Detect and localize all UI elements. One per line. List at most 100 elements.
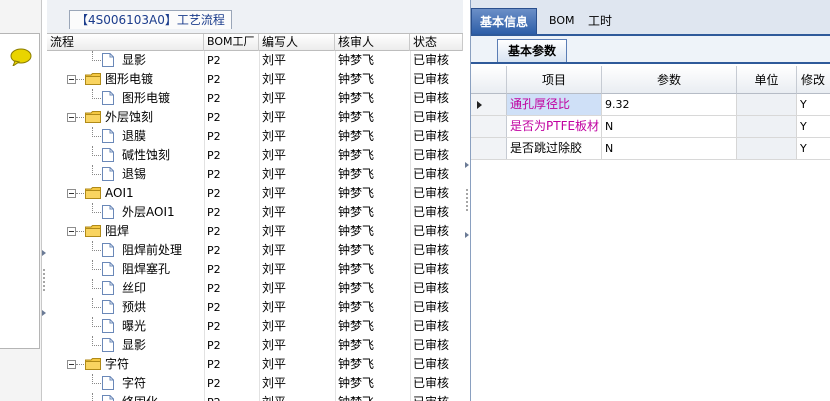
row-selector[interactable]	[471, 116, 507, 137]
tree-row[interactable]: 字符 P2 刘平 钟梦飞 已审核	[47, 355, 451, 374]
column-header-param[interactable]: 参数	[602, 66, 737, 94]
param-value-cell[interactable]: N	[602, 116, 737, 137]
speech-bubble-icon[interactable]	[10, 48, 32, 66]
reviewer-cell: 钟梦飞	[338, 186, 375, 200]
reviewer-cell: 钟梦飞	[338, 281, 375, 295]
tab-process-flow[interactable]: 【4S006103A0】工艺流程	[69, 10, 232, 29]
tab-bom[interactable]: BOM	[541, 8, 583, 34]
param-row[interactable]: 是否跳过除胶 N Y	[471, 138, 830, 160]
bom-factory-cell: P2	[207, 320, 221, 333]
document-icon	[102, 319, 114, 333]
bom-factory-cell: P2	[207, 92, 221, 105]
writer-cell: 刘平	[262, 357, 287, 371]
column-header-reviewer[interactable]: 核审人	[335, 34, 410, 51]
tree-node-label: 阻焊前处理	[122, 243, 183, 257]
param-item-cell[interactable]: 是否为PTFE板材	[507, 116, 602, 137]
row-selector[interactable]	[471, 94, 507, 115]
row-selector[interactable]	[471, 138, 507, 159]
document-icon	[102, 243, 114, 257]
column-header-writer[interactable]: 编写人	[259, 34, 335, 51]
tab-work-hours[interactable]: 工时	[580, 8, 620, 34]
collapse-toggle-icon[interactable]	[67, 189, 76, 198]
status-cell: 已审核	[413, 338, 450, 352]
current-row-arrow-icon	[477, 101, 482, 109]
tree-row[interactable]: 终固化 P2 刘平钟梦飞已审核	[47, 393, 451, 401]
tree-row[interactable]: AOI1 P2 刘平 钟梦飞 已审核	[47, 184, 451, 203]
tree-row[interactable]: 阻焊前处理 P2 刘平 钟梦飞 已审核	[47, 241, 451, 260]
tree-row[interactable]: 曝光 P2 刘平 钟梦飞 已审核	[47, 317, 451, 336]
status-cell: 已审核	[413, 376, 450, 390]
tree-connector	[92, 269, 101, 270]
bom-factory-cell: P2	[207, 263, 221, 276]
status-cell: 已审核	[413, 91, 450, 105]
column-header-item[interactable]: 项目	[507, 66, 602, 94]
tree-row[interactable]: 图形电镀 P2 刘平 钟梦飞 已审核	[47, 70, 451, 89]
param-value-cell[interactable]: N	[602, 138, 737, 159]
tree-row[interactable]: 阻焊塞孔 P2 刘平 钟梦飞 已审核	[47, 260, 451, 279]
tree-connector	[92, 98, 101, 99]
tree-row[interactable]: 显影 P2 刘平 钟梦飞 已审核	[47, 336, 451, 355]
param-row[interactable]: 是否为PTFE板材 N Y	[471, 116, 830, 138]
tree-row[interactable]: 图形电镀 P2 刘平 钟梦飞 已审核	[47, 89, 451, 108]
tree-row[interactable]: 退锡 P2 刘平 钟梦飞 已审核	[47, 165, 451, 184]
tree-node-label: 退锡	[122, 167, 147, 181]
writer-cell: 刘平	[262, 167, 287, 181]
tab-basic-info[interactable]: 基本信息	[471, 8, 538, 34]
param-row[interactable]: 通孔厚径比 9.32 Y	[471, 94, 830, 116]
param-unit-cell[interactable]	[737, 94, 797, 115]
bom-factory-cell: P2	[207, 187, 221, 200]
tab-basic-params[interactable]: 基本参数	[497, 39, 568, 63]
tree-row[interactable]: 外层AOI1 P2 刘平 钟梦飞 已审核	[47, 203, 451, 222]
collapse-toggle-icon[interactable]	[67, 227, 76, 236]
collapse-toggle-icon[interactable]	[67, 75, 76, 84]
collapse-toggle-icon[interactable]	[67, 360, 76, 369]
document-icon	[102, 91, 114, 105]
column-header-unit[interactable]: 单位	[737, 66, 797, 94]
status-cell: 已审核	[413, 393, 451, 401]
bom-factory-cell: P2	[207, 393, 257, 401]
writer-cell: 刘平	[262, 91, 287, 105]
param-unit-cell[interactable]	[737, 116, 797, 137]
tree-row[interactable]: 预烘 P2 刘平 钟梦飞 已审核	[47, 298, 451, 317]
writer-cell: 刘平	[262, 148, 287, 162]
status-cell: 已审核	[413, 110, 450, 124]
document-icon	[102, 338, 114, 352]
collapse-toggle-icon[interactable]	[67, 113, 76, 122]
param-modify-cell[interactable]: Y	[797, 116, 830, 137]
tree-connector	[92, 136, 101, 137]
tree-row[interactable]: 碱性蚀刻 P2 刘平 钟梦飞 已审核	[47, 146, 451, 165]
tree-node-label: 图形电镀	[122, 91, 171, 105]
param-item-cell[interactable]: 是否跳过除胶	[507, 138, 602, 159]
param-modify-cell[interactable]: Y	[797, 138, 830, 159]
tree-row[interactable]: 退膜 P2 刘平 钟梦飞 已审核	[47, 127, 451, 146]
tree-row[interactable]: 外层蚀刻 P2 刘平 钟梦飞 已审核	[47, 108, 451, 127]
column-header-flow[interactable]: 流程	[47, 34, 204, 51]
param-value-cell[interactable]: 9.32	[602, 94, 737, 115]
tree-row[interactable]: 字符 P2 刘平 钟梦飞 已审核	[47, 374, 451, 393]
reviewer-cell: 钟梦飞	[338, 338, 375, 352]
info-tab-bar: 基本信息 BOM 工时	[471, 0, 830, 36]
tree-row[interactable]: 丝印 P2 刘平 钟梦飞 已审核	[47, 279, 451, 298]
tree-connector	[92, 60, 101, 61]
document-icon	[102, 148, 114, 162]
writer-cell: 刘平	[262, 205, 287, 219]
process-tab-bar: 【4S006103A0】工艺流程	[47, 0, 463, 33]
tree-row[interactable]: 显影 P2 刘平 钟梦飞 已审核	[47, 51, 451, 70]
column-header-modify[interactable]: 修改	[797, 66, 830, 94]
tree-node-label: 图形电镀	[105, 72, 154, 86]
param-modify-cell[interactable]: Y	[797, 94, 830, 115]
param-unit-cell[interactable]	[737, 138, 797, 159]
reviewer-cell: 钟梦飞	[338, 357, 375, 371]
document-icon	[102, 262, 114, 276]
column-header-status[interactable]: 状态	[410, 34, 463, 51]
sub-tab-underline	[471, 62, 830, 64]
column-header-bom-factory[interactable]: BOM工厂	[204, 34, 259, 51]
bom-factory-cell: P2	[207, 358, 221, 371]
tree-node-label: 阻焊塞孔	[122, 262, 171, 276]
tree-connector	[92, 250, 101, 251]
tree-node-label: 字符	[122, 376, 147, 390]
param-item-cell[interactable]: 通孔厚径比	[507, 94, 602, 115]
tree-row[interactable]: 阻焊 P2 刘平 钟梦飞 已审核	[47, 222, 451, 241]
reviewer-cell: 钟梦飞	[338, 376, 375, 390]
bom-factory-cell: P2	[207, 111, 221, 124]
